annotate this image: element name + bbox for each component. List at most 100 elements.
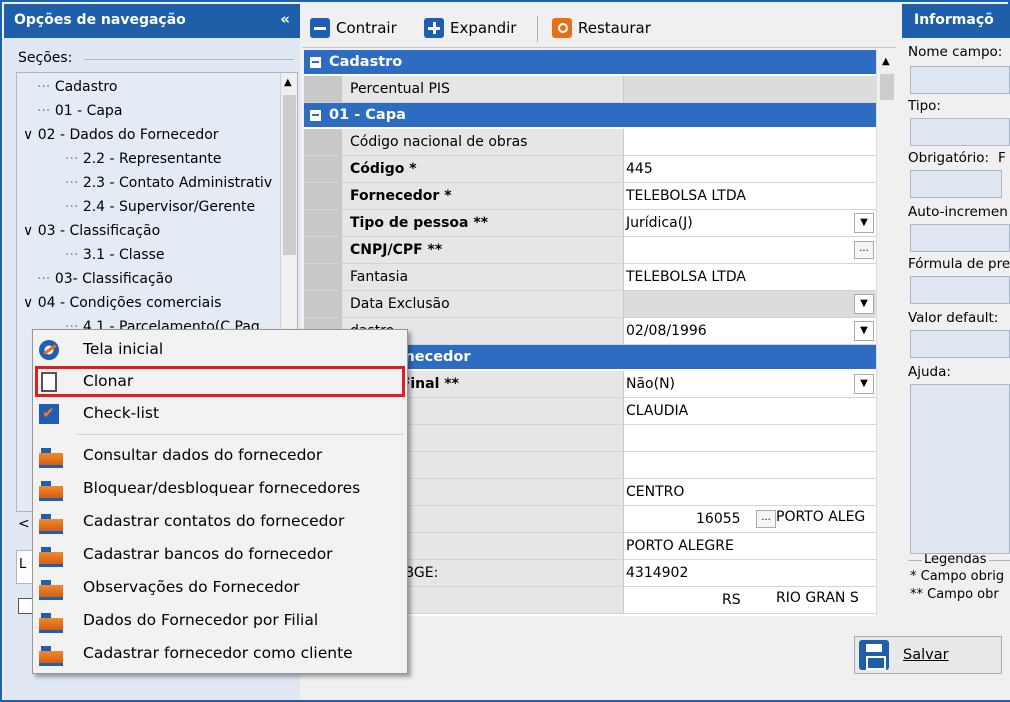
tree-item[interactable]: ··· Cadastro bbox=[37, 79, 117, 95]
tree-connector: ··· bbox=[65, 199, 83, 215]
row-value[interactable] bbox=[624, 129, 876, 155]
scroll-up-icon[interactable]: ▲ bbox=[284, 77, 292, 88]
menu-item-label: Cadastrar contatos do fornecedor bbox=[83, 512, 345, 530]
row-value[interactable]: ▼ bbox=[624, 291, 876, 317]
tree-item[interactable]: ··· 2.3 - Contato Administrativ bbox=[65, 175, 272, 191]
restore-button[interactable]: Restaurar bbox=[552, 18, 651, 38]
menu-item[interactable]: Cadastrar fornecedor como cliente bbox=[33, 638, 407, 670]
row-value[interactable]: CLAUDIA bbox=[624, 398, 876, 424]
row-value[interactable]: Jurídica(J) ▼ bbox=[624, 210, 876, 236]
row-value-text: Não(N) bbox=[626, 376, 676, 392]
folder-icon bbox=[39, 481, 63, 501]
menu-item[interactable]: Bloquear/desbloquear fornecedores bbox=[33, 473, 407, 505]
tree-item-label: 2.4 - Supervisor/Gerente bbox=[82, 199, 256, 215]
menu-item[interactable]: Cadastrar bancos do fornecedor bbox=[33, 539, 407, 571]
scroll-up-icon[interactable]: ▲ bbox=[882, 56, 890, 67]
help-text-area[interactable] bbox=[910, 384, 1010, 554]
folder-icon bbox=[39, 646, 63, 666]
grid-row: Código nacional de obras bbox=[304, 129, 876, 156]
menu-item[interactable]: Dados do Fornecedor por Filial bbox=[33, 605, 407, 637]
dropdown-arrow-icon[interactable]: ▼ bbox=[854, 294, 874, 314]
menu-item[interactable]: Clonar bbox=[33, 366, 407, 398]
row-value[interactable]: 445 bbox=[624, 156, 876, 182]
field-info-value[interactable] bbox=[910, 276, 1010, 304]
section-title: Cadastro bbox=[329, 54, 403, 70]
ellipsis-button[interactable]: ... bbox=[854, 241, 874, 259]
row-value[interactable] bbox=[624, 452, 876, 478]
row-indent bbox=[304, 183, 342, 209]
row-value[interactable]: PORTO ALEGRE bbox=[624, 533, 876, 559]
tree-item-label: 03 - Classificação bbox=[37, 223, 161, 239]
field-info-value[interactable] bbox=[910, 66, 1010, 94]
menu-item[interactable]: Consultar dados do fornecedor bbox=[33, 440, 407, 472]
field-info-value[interactable] bbox=[910, 224, 1010, 252]
navigation-header: Opções de navegação « bbox=[4, 4, 300, 38]
scroll-thumb[interactable] bbox=[283, 95, 296, 255]
grid-scrollbar[interactable]: ▲ bbox=[876, 50, 896, 616]
grid-row: Data Exclusão ▼ bbox=[304, 291, 876, 318]
row-indent bbox=[304, 210, 342, 236]
row-value[interactable] bbox=[624, 76, 876, 102]
field-info-panel: Informaçõ Legendas * Campo obrig ** Camp… bbox=[902, 4, 1010, 700]
tree-connector: ··· bbox=[65, 175, 83, 191]
dropdown-arrow-icon[interactable]: ▼ bbox=[854, 374, 874, 394]
copy-page-icon bbox=[41, 372, 57, 392]
menu-item[interactable]: Check-list bbox=[33, 398, 407, 430]
field-info-label: Ajuda: bbox=[908, 364, 951, 380]
row-value[interactable]: TELEBOLSA LTDA bbox=[624, 264, 876, 290]
tree-item[interactable]: ··· 3.1 - Classe bbox=[65, 247, 164, 263]
row-value[interactable]: ... bbox=[624, 237, 876, 263]
grid-section-header[interactable]: 01 - Capa bbox=[304, 103, 876, 127]
row-value[interactable]: 16055... PORTO ALEG bbox=[624, 506, 876, 532]
field-info-value[interactable] bbox=[910, 118, 1010, 146]
tree-connector: ··· bbox=[37, 271, 55, 287]
row-value[interactable]: RS RIO GRAN S bbox=[624, 587, 876, 613]
dropdown-arrow-icon[interactable]: ▼ bbox=[854, 321, 874, 341]
grid-section-header[interactable]: Cadastro bbox=[304, 50, 876, 74]
ellipsis-button[interactable]: ... bbox=[756, 510, 776, 528]
collapse-section-icon[interactable] bbox=[310, 109, 321, 121]
expand-chevron-icon[interactable]: ∨ bbox=[23, 223, 38, 239]
tree-item[interactable]: ··· 01 - Capa bbox=[37, 103, 122, 119]
field-info-value[interactable] bbox=[910, 330, 1010, 358]
save-button[interactable]: Salvar bbox=[854, 636, 1002, 674]
tree-item[interactable]: ∨ 04 - Condições comerciais bbox=[23, 295, 221, 311]
tree-item[interactable]: ··· 2.2 - Representante bbox=[65, 151, 222, 167]
row-value[interactable]: TELEBOLSA LTDA bbox=[624, 183, 876, 209]
row-indent bbox=[304, 76, 342, 102]
collapse-section-icon[interactable] bbox=[310, 56, 321, 68]
tree-item-label: 2.2 - Representante bbox=[82, 151, 222, 167]
tree-connector: ··· bbox=[65, 247, 83, 263]
row-value[interactable]: 02/08/1996 ▼ bbox=[624, 318, 876, 344]
scroll-thumb[interactable] bbox=[880, 74, 894, 100]
row-value-secondary: RIO GRAN S bbox=[776, 590, 859, 606]
expand-chevron-icon[interactable]: ∨ bbox=[23, 295, 38, 311]
row-indent bbox=[304, 129, 342, 155]
tree-item[interactable]: ∨ 02 - Dados do Fornecedor bbox=[23, 127, 219, 143]
collapse-button[interactable]: Contrair bbox=[310, 18, 397, 38]
row-indent bbox=[304, 237, 342, 263]
legend-title: Legendas bbox=[922, 552, 989, 567]
row-value[interactable]: CENTRO bbox=[624, 479, 876, 505]
menu-separator bbox=[77, 434, 403, 435]
tree-item[interactable]: ··· 03- Classificação bbox=[37, 271, 173, 287]
row-value-text: CLAUDIA bbox=[626, 403, 689, 419]
field-info-value[interactable] bbox=[910, 170, 1002, 198]
row-value[interactable]: 4314902 bbox=[624, 560, 876, 586]
menu-item[interactable]: Observações do Fornecedor bbox=[33, 572, 407, 604]
row-value[interactable]: Não(N) ▼ bbox=[624, 371, 876, 397]
menu-item[interactable]: Cadastrar contatos do fornecedor bbox=[33, 506, 407, 538]
dropdown-arrow-icon[interactable]: ▼ bbox=[854, 213, 874, 233]
tree-item[interactable]: ··· 2.4 - Supervisor/Gerente bbox=[65, 199, 255, 215]
expand-chevron-icon[interactable]: ∨ bbox=[23, 127, 38, 143]
row-value[interactable] bbox=[624, 425, 876, 451]
menu-item[interactable]: Tela inicial bbox=[33, 334, 407, 366]
row-label: Fantasia bbox=[342, 264, 624, 290]
expand-button[interactable]: Expandir bbox=[424, 18, 516, 38]
legend-item: ** Campo obr bbox=[910, 587, 999, 602]
scroll-left-icon[interactable]: < bbox=[18, 516, 30, 532]
save-label: Salvar bbox=[903, 647, 949, 663]
tree-item[interactable]: ∨ 03 - Classificação bbox=[23, 223, 161, 239]
restore-icon bbox=[552, 18, 572, 38]
collapse-panel-icon[interactable]: « bbox=[280, 10, 290, 28]
